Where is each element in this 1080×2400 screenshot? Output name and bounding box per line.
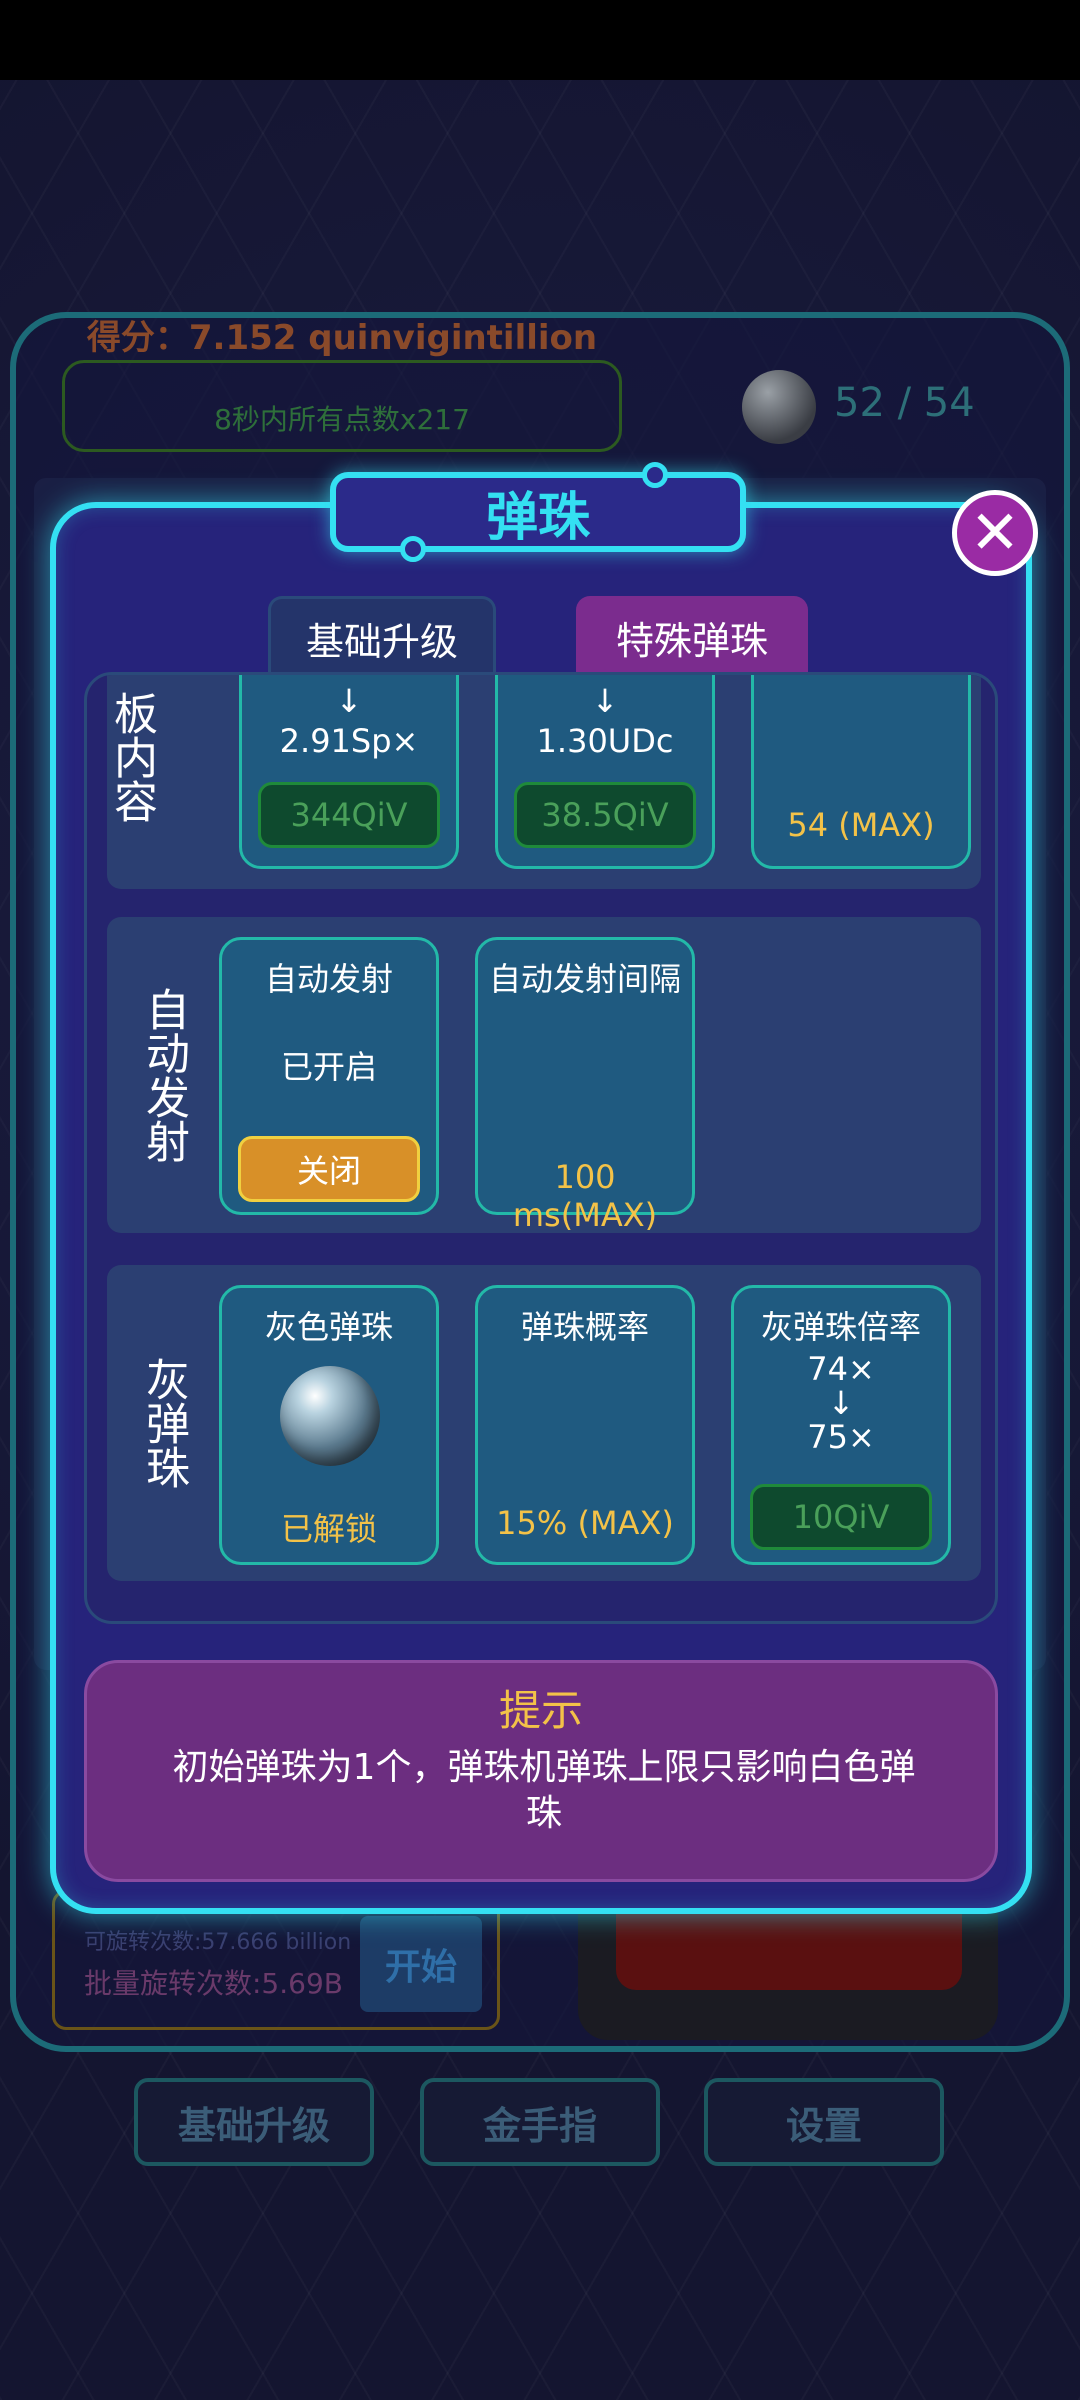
gray-marble-icon bbox=[280, 1366, 380, 1466]
upgrade-panel[interactable]: 板内容 ↓ 2.91Sp× 344QiV ↓ 1.30UDc 38.5QiV 5… bbox=[84, 672, 998, 1624]
arrow: ↓ bbox=[827, 1384, 855, 1422]
upgrade-card: ↓ 1.30UDc 38.5QiV bbox=[495, 675, 715, 869]
upgrade-price-button[interactable]: 344QiV bbox=[258, 782, 440, 848]
section-label: 自动发射 bbox=[138, 987, 189, 1163]
score-title: 得分：7.152 quinvigintillion bbox=[86, 318, 598, 358]
ball-count: 52 / 54 bbox=[834, 380, 975, 426]
card-title: 自动发射间隔 bbox=[488, 960, 681, 998]
upgrade-value: 1.30UDc bbox=[536, 722, 674, 760]
section-label: 板内容 bbox=[106, 691, 157, 823]
auto-fire-interval-card: 自动发射间隔 100 ms(MAX) bbox=[475, 937, 695, 1234]
auto-fire-status: 已开启 bbox=[280, 1048, 377, 1086]
status-bar bbox=[0, 0, 1080, 80]
max-value: 54 (MAX) bbox=[787, 806, 935, 844]
tip-box: 提示 初始弹珠为1个，弹珠机弹珠上限只影响白色弹珠 bbox=[84, 1660, 998, 1882]
max-value: 100 ms(MAX) bbox=[512, 1158, 658, 1234]
multiplier-to: 75× bbox=[807, 1418, 875, 1456]
batch-spins: 批量旋转次数:5.69B bbox=[84, 1967, 343, 2000]
arrow: ↓ bbox=[591, 682, 619, 720]
multiplier-from: 74× bbox=[807, 1350, 875, 1388]
title-deco-dot bbox=[642, 462, 668, 488]
close-icon[interactable]: ✕ bbox=[952, 490, 1038, 576]
max-value: 15% (MAX) bbox=[496, 1504, 674, 1542]
modal-title-text: 弹珠 bbox=[485, 487, 590, 548]
auto-fire-card: 自动发射 已开启 关闭 bbox=[219, 937, 439, 1215]
start-button[interactable]: 开始 bbox=[360, 1916, 482, 2012]
gray-multiplier-card: 灰弹珠倍率 74× ↓ 75× 10QiV bbox=[731, 1285, 951, 1565]
title-deco-dot bbox=[400, 536, 426, 562]
marble-probability-card: 弹珠概率 15% (MAX) bbox=[475, 1285, 695, 1565]
arrow: ↓ bbox=[335, 682, 363, 720]
section-auto-fire: 自动发射 自动发射 已开启 关闭 自动发射间隔 100 ms(MAX) bbox=[107, 917, 981, 1234]
upgrade-price-button[interactable]: 10QiV bbox=[750, 1484, 932, 1550]
upgrade-value: 2.91Sp× bbox=[279, 722, 419, 760]
upgrade-price-button[interactable]: 38.5QiV bbox=[514, 782, 696, 848]
section-label: 灰弹珠 bbox=[138, 1357, 189, 1489]
card-title: 弹珠概率 bbox=[520, 1308, 649, 1346]
unlock-status: 已解锁 bbox=[280, 1510, 377, 1548]
spins-available: 可旋转次数:57.666 billion bbox=[84, 1930, 352, 1955]
settings-button[interactable]: 设置 bbox=[704, 2078, 944, 2166]
ball-icon bbox=[742, 370, 816, 444]
tab-special-marble[interactable]: 特殊弹珠 bbox=[576, 596, 808, 678]
tab-basic-upgrade[interactable]: 基础升级 bbox=[268, 596, 496, 678]
modal-title: 弹珠 bbox=[330, 472, 746, 552]
auto-fire-off-button[interactable]: 关闭 bbox=[238, 1136, 420, 1202]
tip-title: 提示 bbox=[498, 1686, 583, 1735]
tip-text: 初始弹珠为1个，弹珠机弹珠上限只影响白色弹珠 bbox=[172, 1747, 916, 1834]
basic-upgrade-button[interactable]: 基础升级 bbox=[134, 2078, 374, 2166]
card-title: 灰弹珠倍率 bbox=[760, 1308, 921, 1346]
upgrade-card: ↓ 2.91Sp× 344QiV bbox=[239, 675, 459, 869]
card-title: 灰色弹珠 bbox=[264, 1308, 393, 1346]
card-title: 自动发射 bbox=[264, 960, 393, 998]
section-gray-marble: 灰弹珠 灰色弹珠 已解锁 弹珠概率 15% (MAX) 灰弹珠倍率 74× ↓ … bbox=[107, 1265, 981, 1581]
gray-marble-card: 灰色弹珠 已解锁 bbox=[219, 1285, 439, 1565]
score-bonus-text: 8秒内所有点数x217 bbox=[214, 403, 470, 436]
section-board-content: 板内容 ↓ 2.91Sp× 344QiV ↓ 1.30UDc 38.5QiV 5… bbox=[106, 675, 981, 889]
upgrade-card: 54 (MAX) bbox=[751, 675, 971, 869]
cheat-button[interactable]: 金手指 bbox=[420, 2078, 660, 2166]
